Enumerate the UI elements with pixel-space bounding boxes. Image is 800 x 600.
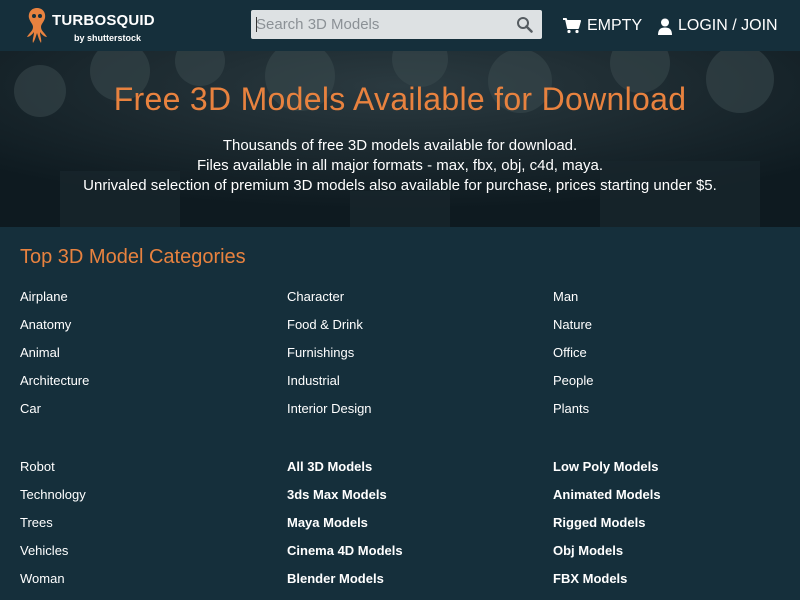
hero-banner: Free 3D Models Available for Download Th… [0,51,800,227]
hero-line-1: Thousands of free 3D models available fo… [222,137,578,154]
format-link[interactable]: Maya Models [287,515,368,530]
category-link[interactable]: Character [287,289,344,304]
category-link[interactable]: Man [553,289,578,304]
login-join-button[interactable]: LOGIN / JOIN [658,16,778,36]
user-icon [658,18,672,35]
category-link[interactable]: Airplane [20,289,68,304]
category-link[interactable]: Anatomy [20,317,71,332]
login-label: LOGIN / JOIN [678,17,778,34]
category-link[interactable]: Plants [553,401,589,416]
format-link[interactable]: All 3D Models [287,459,372,474]
hero-line-2: Files available in all major formats - m… [197,157,603,174]
hero-title: Free 3D Models Available for Download [113,81,687,117]
cart-button[interactable]: EMPTY [563,16,642,36]
search-input[interactable] [251,10,506,39]
format-link[interactable]: Rigged Models [553,515,645,530]
category-link[interactable]: Food & Drink [287,317,363,332]
logo-wordmark: TURBOSQUID [52,12,155,29]
format-link[interactable]: FBX Models [553,571,627,586]
categories-heading: Top 3D Model Categories [20,246,246,268]
category-link[interactable]: Woman [20,571,65,586]
turbosquid-logo[interactable]: TURBOSQUID by shutterstock [24,6,155,46]
category-link[interactable]: Vehicles [20,543,68,558]
category-link[interactable]: Trees [20,515,53,530]
category-link[interactable]: Technology [20,487,86,502]
cart-label: EMPTY [587,17,643,34]
category-link[interactable]: Animal [20,345,60,360]
format-link[interactable]: Low Poly Models [553,459,658,474]
format-link[interactable]: Blender Models [287,571,384,586]
category-link[interactable]: Architecture [20,373,89,388]
category-link[interactable]: Industrial [287,373,340,388]
top-navigation-bar: TURBOSQUID by shutterstock EMPTY LOGIN /… [0,0,800,51]
category-link[interactable]: People [553,373,593,388]
logo-byline: by shutterstock [74,33,142,43]
hero-line-3: Unrivaled selection of premium 3D models… [83,177,717,194]
format-link[interactable]: Animated Models [553,487,661,502]
search-box [251,10,542,39]
category-link[interactable]: Nature [553,317,592,332]
category-link[interactable]: Interior Design [287,401,372,416]
search-icon[interactable] [516,16,533,33]
shopping-cart-icon [563,18,581,34]
category-link[interactable]: Furnishings [287,345,354,360]
text-cursor [256,17,257,32]
squid-logo-icon [27,8,47,43]
category-link[interactable]: Office [553,345,587,360]
category-link[interactable]: Car [20,401,41,416]
category-link[interactable]: Robot [20,459,55,474]
format-link[interactable]: 3ds Max Models [287,487,387,502]
format-link[interactable]: Cinema 4D Models [287,543,403,558]
format-link[interactable]: Obj Models [553,543,623,558]
